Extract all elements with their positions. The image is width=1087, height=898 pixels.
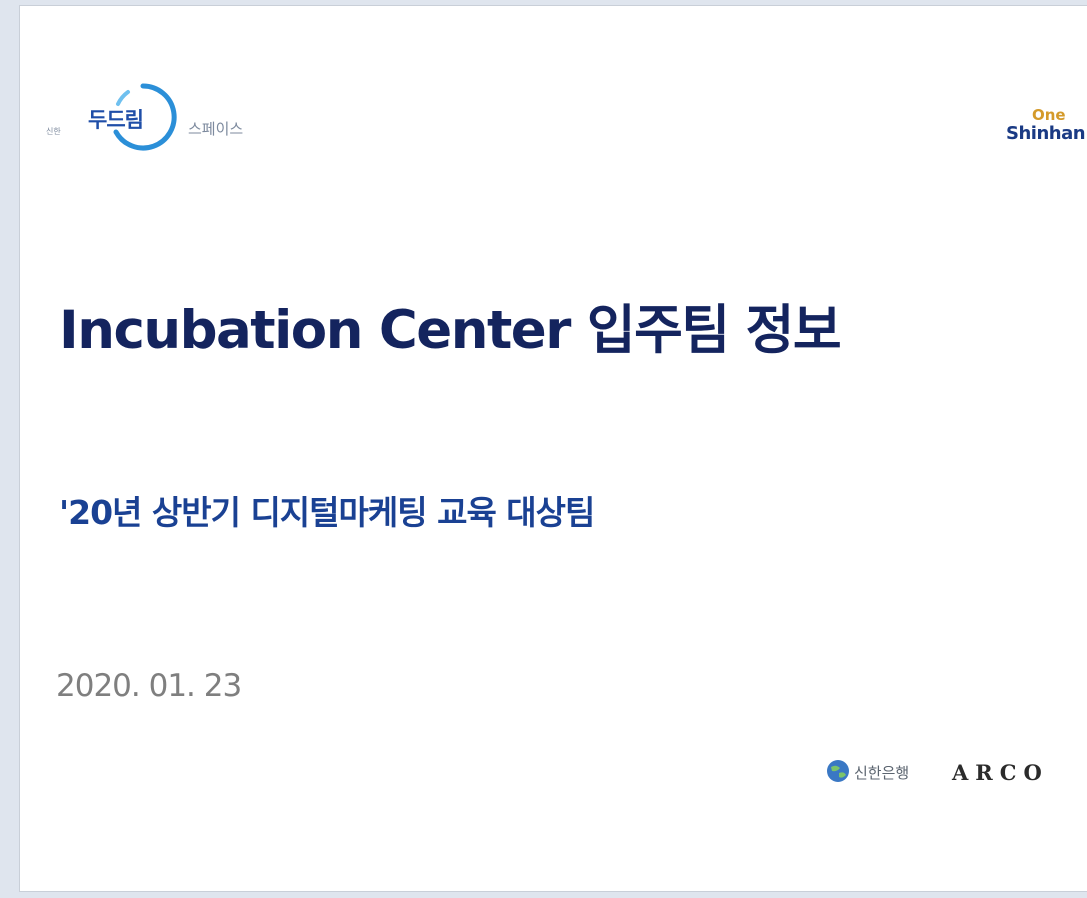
slide-date: 2020. 01. 23 — [56, 668, 242, 704]
slide-title: Incubation Center 입주팀 정보 — [59, 300, 842, 361]
logo-brand-suffix: 스페이스 — [188, 120, 244, 138]
slide-canvas: 신한 두드림 스페이스 One Shinhan Incubation Cente… — [19, 5, 1087, 892]
logo-small-text: 신한 — [46, 127, 61, 136]
bank-name: 신한은행 — [854, 764, 910, 782]
logo-one-text: One — [1032, 106, 1066, 124]
globe-icon — [827, 760, 849, 782]
footer-logos: 신한은행 ARCO — [826, 758, 1087, 788]
partner-name: ARCO — [952, 760, 1049, 785]
dodream-space-logo: 신한 두드림 스페이스 — [46, 82, 306, 152]
logo-brand-mark: 두드림 — [88, 108, 144, 132]
slide-subtitle: '20년 상반기 디지털마케팅 교육 대상팀 — [59, 493, 595, 532]
one-shinhan-logo: One Shinhan — [1006, 106, 1087, 156]
logo-shinhan-text: Shinhan — [1006, 123, 1086, 144]
